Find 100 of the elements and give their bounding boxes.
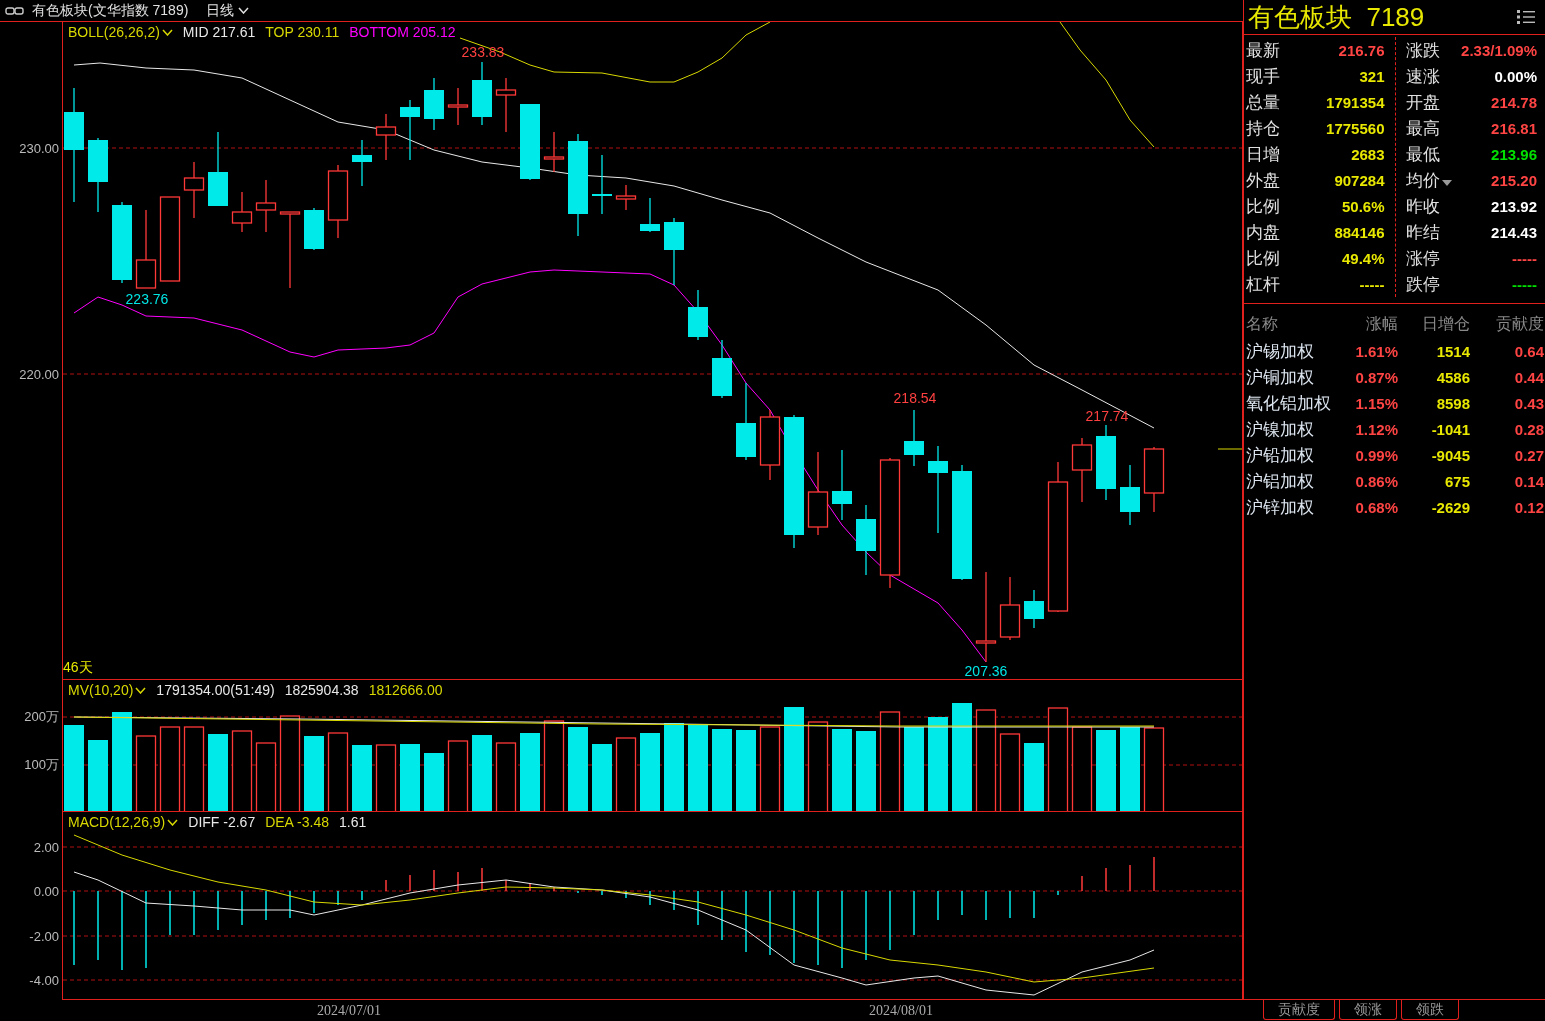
quote-value: -----	[1512, 275, 1537, 293]
indicator-selector[interactable]: BOLL(26,26,2)	[68, 24, 173, 40]
candlestick	[472, 61, 492, 126]
list-menu-icon[interactable]	[1517, 10, 1535, 24]
volume-bar	[447, 740, 469, 811]
quote-value: 2.33/1.09%	[1461, 41, 1537, 59]
table-cell-text: 8598	[1435, 394, 1470, 414]
table-cell-text: 1.61%	[1354, 342, 1398, 362]
quote-value: 1791354	[1326, 93, 1385, 111]
indicator-selector[interactable]: MV(10,20)	[68, 682, 147, 698]
candlestick	[231, 191, 253, 233]
indicator-value: 1825904.38	[284, 682, 359, 698]
indicator-value: BOTTOM 205.12	[349, 24, 456, 40]
volume-bar	[1024, 743, 1044, 811]
column-header: 日增仓	[1421, 314, 1470, 334]
quote-value: 214.43	[1491, 223, 1537, 241]
quote-label: 涨跌	[1405, 39, 1440, 62]
panel-tab[interactable]: 领跌	[1401, 1000, 1459, 1020]
table-cell-text: 沪锡加权	[1246, 341, 1315, 363]
candlestick	[904, 409, 924, 467]
volume-bar	[375, 744, 397, 811]
volume-bar	[400, 744, 420, 811]
axis-label: 220.00	[19, 366, 59, 382]
caret-icon	[238, 7, 250, 14]
table-cell-text: 1514	[1435, 342, 1470, 362]
candlestick	[495, 77, 517, 133]
axis-label: 200万	[24, 708, 59, 726]
quote-label: 速涨	[1405, 65, 1440, 88]
indicator-value: 1791354.00(51:49)	[156, 682, 275, 698]
table-cell-text: 4586	[1435, 368, 1470, 388]
quote-label: 比例	[1246, 247, 1280, 270]
link-icon[interactable]	[5, 6, 24, 15]
candlestick	[999, 576, 1021, 641]
indicator-value: 1812666.00	[368, 682, 443, 698]
quote-value: 214.78	[1491, 93, 1537, 111]
quote-label: 最高	[1405, 117, 1440, 140]
day-count: 46天	[63, 659, 93, 677]
quote-label: 最新	[1246, 39, 1280, 62]
candlestick	[1071, 437, 1093, 503]
instrument-name: 有色板块 7189	[1248, 0, 1425, 34]
quote-value: 213.92	[1491, 197, 1537, 215]
caret-icon	[167, 818, 179, 826]
table-cell-text: -9045	[1430, 446, 1470, 466]
candlestick	[592, 154, 612, 215]
price-label: 223.76	[125, 291, 169, 307]
price-label: 207.36	[964, 663, 1008, 679]
caret-icon	[135, 686, 147, 694]
table-cell-text: 沪镍加权	[1246, 419, 1315, 441]
table-cell-text: 沪锌加权	[1246, 497, 1315, 519]
table-cell-text: -2629	[1430, 498, 1470, 518]
candlestick	[712, 339, 732, 399]
quote-label: 持仓	[1246, 117, 1280, 140]
quote-label: 昨结	[1405, 221, 1440, 244]
price-label: 217.74	[1085, 408, 1129, 424]
quote-label: 开盘	[1405, 91, 1440, 114]
axis-label: 100万	[24, 756, 59, 774]
instrument-title: 有色板块(文华指数 7189)	[32, 1, 189, 20]
quote-value: 1775560	[1326, 119, 1385, 137]
period-selector[interactable]: 日线	[206, 1, 250, 20]
panel-tab[interactable]: 贡献度	[1263, 1000, 1335, 1020]
candlestick	[759, 409, 781, 481]
indicator-value: 1.61	[339, 814, 367, 830]
quote-label: 内盘	[1246, 221, 1280, 244]
panel-tab[interactable]: 领涨	[1339, 1000, 1397, 1020]
quote-label: 总量	[1246, 91, 1280, 114]
quote-label: 比例	[1246, 195, 1280, 218]
quote-value: 216.81	[1491, 119, 1537, 137]
quote-value: 907284	[1334, 171, 1385, 189]
candlestick	[856, 504, 876, 576]
quote-label: 跌停	[1405, 273, 1440, 296]
volume-bar	[495, 742, 517, 811]
quote-label: 杠杆	[1246, 273, 1280, 296]
candlestick	[1120, 464, 1140, 526]
quote-label: 最低	[1405, 143, 1440, 166]
quote-value: 321	[1359, 67, 1385, 85]
candlestick	[447, 87, 469, 126]
table-cell-text: 沪铝加权	[1246, 471, 1315, 493]
table-cell-text: -1041	[1430, 420, 1470, 440]
column-header: 涨幅	[1365, 314, 1398, 334]
axis-label: -4.00	[29, 972, 59, 988]
quote-label: 现手	[1246, 65, 1280, 88]
table-cell-text: 0.64	[1513, 342, 1544, 362]
table-cell-text: 0.43	[1513, 394, 1544, 414]
price-label: 233.83	[461, 44, 505, 60]
quote-value: 213.96	[1491, 145, 1537, 163]
indicator-selector[interactable]: MACD(12,26,9)	[68, 814, 179, 830]
candlestick	[1143, 446, 1165, 513]
candlestick	[543, 131, 565, 173]
table-cell-text: 675	[1443, 472, 1470, 492]
candlestick	[424, 77, 444, 131]
quote-value: 50.6%	[1341, 197, 1385, 215]
quote-label[interactable]: 均价	[1405, 168, 1452, 192]
candlestick	[664, 217, 684, 286]
table-cell-text: 氧化铝加权	[1246, 393, 1332, 415]
price-marker-line	[1217, 448, 1242, 450]
quote-value: 216.76	[1338, 41, 1385, 59]
volume-bar	[424, 753, 444, 811]
volume-bar	[255, 742, 277, 811]
candlestick	[352, 139, 372, 187]
candlestick	[375, 113, 397, 161]
